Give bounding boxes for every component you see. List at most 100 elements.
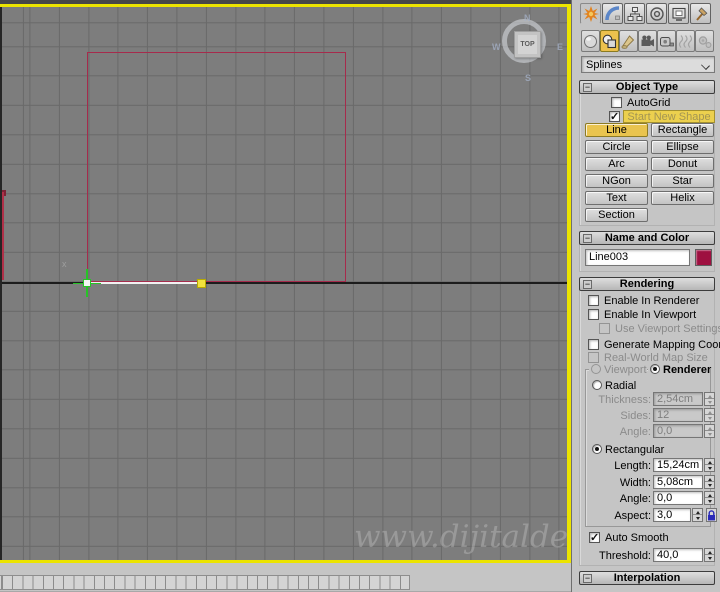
angle-radial-field: 0,0	[653, 424, 703, 438]
shape-category-dropdown[interactable]: Splines	[581, 56, 715, 73]
category-shapes[interactable]	[600, 30, 619, 52]
spinner-down-arrow	[705, 415, 714, 421]
helix-button[interactable]: Helix	[651, 191, 714, 205]
spinner-down-arrow[interactable]	[705, 555, 714, 561]
autogrid-checkbox[interactable]	[611, 97, 622, 108]
motion-icon	[649, 6, 664, 21]
spacewarps-icon	[678, 34, 693, 48]
start-new-shape-button[interactable]: Start New Shape	[623, 110, 715, 123]
tab-hierarchy[interactable]	[624, 3, 645, 24]
enable-in-renderer-checkbox[interactable]	[588, 295, 599, 306]
arc-button[interactable]: Arc	[585, 157, 648, 171]
enable-in-viewport-checkbox[interactable]	[588, 309, 599, 320]
line-button[interactable]: Line	[585, 123, 648, 137]
viewcube-north-label: N	[524, 13, 531, 23]
rollout-title: Rendering	[619, 278, 675, 290]
hierarchy-icon	[627, 6, 642, 21]
text-button[interactable]: Text	[585, 191, 648, 205]
start-new-shape-checkbox[interactable]	[609, 110, 620, 123]
category-systems[interactable]	[695, 30, 714, 52]
generate-mapping-checkbox[interactable]	[588, 339, 599, 350]
auto-smooth-checkbox[interactable]	[589, 531, 600, 544]
ellipse-button[interactable]: Ellipse	[651, 140, 714, 154]
tab-modify[interactable]	[602, 3, 623, 24]
enable-in-renderer-label: Enable In Renderer	[604, 295, 700, 307]
viewport-radio-label: Viewport	[604, 364, 647, 376]
rectangle-button[interactable]: Rectangle	[651, 123, 714, 137]
utilities-icon	[695, 6, 707, 21]
angle-rect-spinner[interactable]	[704, 491, 715, 505]
aspect-spinner[interactable]	[692, 508, 703, 522]
viewcube-top-face[interactable]: TOP	[514, 31, 541, 58]
use-viewport-settings-checkbox	[599, 323, 610, 334]
offscreen-spline-edge[interactable]	[2, 192, 5, 280]
viewcube[interactable]: TOP N S W E	[492, 13, 563, 83]
category-geometry[interactable]	[581, 30, 600, 52]
category-cameras[interactable]	[638, 30, 657, 52]
aspect-label: Aspect:	[614, 510, 651, 522]
length-spinner[interactable]	[704, 458, 715, 472]
spinner-down-arrow	[705, 431, 714, 437]
rollout-rendering[interactable]: Rendering	[579, 277, 715, 291]
rollout-title: Name and Color	[604, 232, 690, 244]
collapse-icon[interactable]	[583, 574, 592, 583]
category-lights[interactable]	[619, 30, 638, 52]
track-bar-ruler[interactable]	[0, 575, 410, 590]
tab-display[interactable]	[668, 3, 689, 24]
lock-icon	[708, 509, 715, 520]
spinner-down-arrow[interactable]	[705, 498, 714, 504]
threshold-field[interactable]: 40,0	[653, 548, 703, 562]
tab-motion[interactable]	[646, 3, 667, 24]
tab-create[interactable]	[580, 3, 601, 24]
dropdown-selected-value: Splines	[586, 58, 623, 71]
viewcube-south-label: S	[525, 73, 532, 83]
angle-radial-spinner	[704, 424, 715, 438]
category-spacewarps[interactable]	[676, 30, 695, 52]
collapse-icon[interactable]	[583, 234, 592, 243]
ngon-button[interactable]: NGon	[585, 174, 648, 188]
spinner-down-arrow[interactable]	[705, 465, 714, 471]
donut-button[interactable]: Donut	[651, 157, 714, 171]
viewport-grid[interactable]: x TOP N S W E www.dijitalde	[2, 7, 567, 560]
rectangular-radio[interactable]	[592, 444, 602, 454]
spinner-down-arrow[interactable]	[693, 515, 702, 521]
systems-icon	[698, 35, 712, 48]
shapes-icon	[602, 34, 617, 48]
width-field[interactable]: 5,08cm	[653, 475, 703, 489]
rollout-interpolation[interactable]: Interpolation	[579, 571, 715, 585]
angle-radial-label: Angle:	[619, 426, 651, 438]
spinner-down-arrow[interactable]	[705, 482, 714, 488]
rollout-object-type[interactable]: Object Type	[579, 80, 715, 94]
width-label: Width:	[619, 477, 651, 489]
tab-utilities[interactable]	[690, 3, 711, 24]
radial-radio[interactable]	[592, 380, 602, 390]
category-helpers[interactable]	[657, 30, 676, 52]
circle-button[interactable]: Circle	[585, 140, 648, 154]
threshold-spinner[interactable]	[704, 548, 715, 562]
line-vertex-handle[interactable]	[197, 279, 206, 288]
rollout-name-color[interactable]: Name and Color	[579, 231, 715, 245]
chevron-down-icon	[702, 61, 710, 69]
cameras-icon	[641, 35, 654, 46]
star-button[interactable]: Star	[651, 174, 714, 188]
renderer-radio[interactable]	[650, 364, 660, 374]
viewport-frame: x TOP N S W E www.dijitalde	[0, 0, 571, 563]
object-name-input[interactable]: Line003	[585, 249, 690, 266]
collapse-icon[interactable]	[583, 280, 592, 289]
angle-rect-field[interactable]: 0,0	[653, 491, 703, 505]
collapse-icon[interactable]	[583, 83, 592, 92]
spline-rectangle[interactable]	[87, 52, 346, 282]
threshold-label: Threshold:	[599, 550, 651, 562]
3dsmax-window: x TOP N S W E www.dijitalde Splines − Ob…	[0, 0, 720, 592]
length-field[interactable]: 15,24cm	[653, 458, 703, 472]
angle-rect-label: Angle:	[619, 493, 651, 505]
aspect-lock-button[interactable]	[706, 508, 717, 522]
enable-in-viewport-label: Enable In Viewport	[604, 309, 697, 321]
section-button[interactable]: Section	[585, 208, 648, 222]
object-color-swatch[interactable]	[695, 249, 712, 266]
aspect-field[interactable]: 3,0	[653, 508, 691, 522]
renderer-radio-label: Renderer	[663, 364, 712, 376]
spinner-down-arrow	[705, 399, 714, 405]
width-spinner[interactable]	[704, 475, 715, 489]
rollout-title: Object Type	[615, 81, 679, 93]
